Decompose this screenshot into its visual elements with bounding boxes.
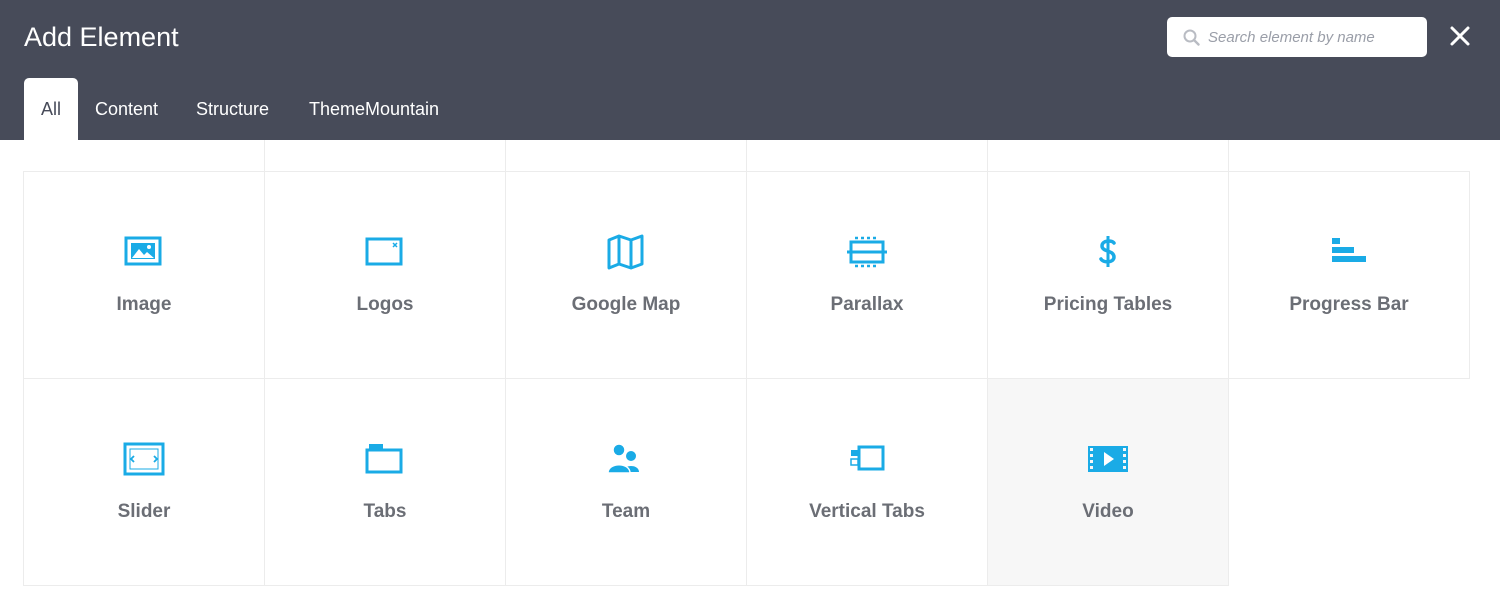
tab-structure[interactable]: Structure (196, 78, 269, 140)
tab-all[interactable]: All (24, 78, 78, 140)
element-label: Vertical Tabs (809, 501, 925, 522)
map-icon (604, 232, 648, 272)
element-label: Team (601, 501, 651, 522)
element-pricing-tables[interactable]: Pricing Tables (987, 171, 1229, 379)
team-icon (604, 439, 648, 479)
tabs-icon (363, 439, 407, 479)
previous-row-edge (23, 140, 1470, 172)
image-icon (122, 232, 166, 272)
element-label: Tabs (363, 501, 407, 522)
element-label: Google Map (571, 294, 681, 315)
element-parallax[interactable]: Parallax (746, 171, 988, 379)
modal-title: Add Element (24, 22, 179, 52)
element-slider[interactable]: Slider (23, 378, 265, 586)
element-progress-bar[interactable]: Progress Bar (1228, 171, 1470, 379)
element-label: Logos (356, 294, 414, 315)
element-label: Parallax (830, 294, 904, 315)
tab-thememountain[interactable]: ThemeMountain (309, 78, 439, 140)
element-google-map[interactable]: Google Map (505, 171, 747, 379)
close-icon (1448, 24, 1472, 48)
element-team[interactable]: Team (505, 378, 747, 586)
slider-icon (122, 439, 166, 479)
vertical-tabs-icon (845, 439, 889, 479)
element-image[interactable]: Image (23, 171, 265, 379)
element-vertical-tabs[interactable]: Vertical Tabs (746, 378, 988, 586)
parallax-icon (845, 232, 889, 272)
element-label: Video (1082, 501, 1134, 522)
dollar-icon (1086, 232, 1130, 272)
element-video[interactable]: Video (987, 378, 1229, 586)
modal-header: Add Element All Content Structure ThemeM… (0, 0, 1500, 140)
element-tabs[interactable]: Tabs (264, 378, 506, 586)
logos-icon (363, 232, 407, 272)
search-input[interactable] (1208, 17, 1420, 57)
element-label: Slider (117, 501, 171, 522)
element-label: Progress Bar (1289, 294, 1409, 315)
search-icon (1183, 29, 1200, 46)
element-label: Pricing Tables (1043, 294, 1173, 315)
search-box[interactable] (1167, 17, 1427, 57)
progress-bar-icon (1327, 232, 1371, 272)
close-button[interactable] (1448, 24, 1472, 48)
video-icon (1086, 439, 1130, 479)
tab-content[interactable]: Content (95, 78, 158, 140)
element-label: Image (116, 294, 172, 315)
element-logos[interactable]: Logos (264, 171, 506, 379)
